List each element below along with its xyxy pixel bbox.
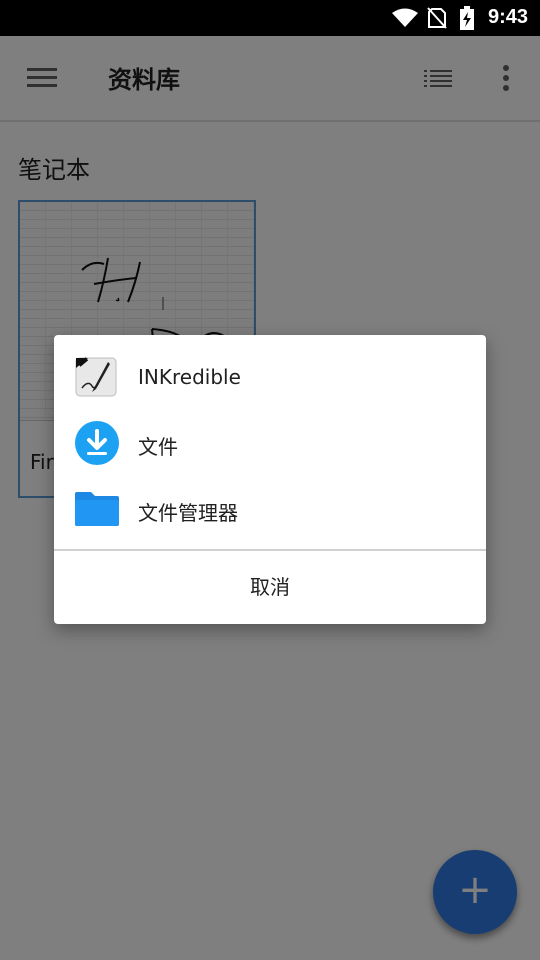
screen: 9:43 资料库	[0, 0, 540, 960]
status-time: 9:43	[487, 6, 528, 28]
chooser-item-files[interactable]: 文件	[54, 411, 486, 477]
inkredible-app-icon	[74, 354, 120, 400]
app-chooser-dialog: INKredible 文件 文件管理器 取消	[54, 335, 486, 624]
chooser-item-label: 文件管理器	[138, 501, 238, 525]
status-bar: 9:43	[0, 0, 540, 36]
wifi-icon	[392, 8, 418, 32]
battery-charging-icon	[459, 6, 475, 34]
no-sim-icon	[427, 7, 447, 33]
download-icon	[74, 420, 120, 466]
chooser-item-label: 文件	[138, 435, 178, 459]
cancel-button[interactable]: 取消	[54, 551, 486, 624]
chooser-item-label: INKredible	[138, 365, 241, 389]
chooser-item-inkredible[interactable]: INKredible	[54, 345, 486, 411]
folder-icon	[74, 486, 120, 532]
chooser-item-file-manager[interactable]: 文件管理器	[54, 477, 486, 543]
